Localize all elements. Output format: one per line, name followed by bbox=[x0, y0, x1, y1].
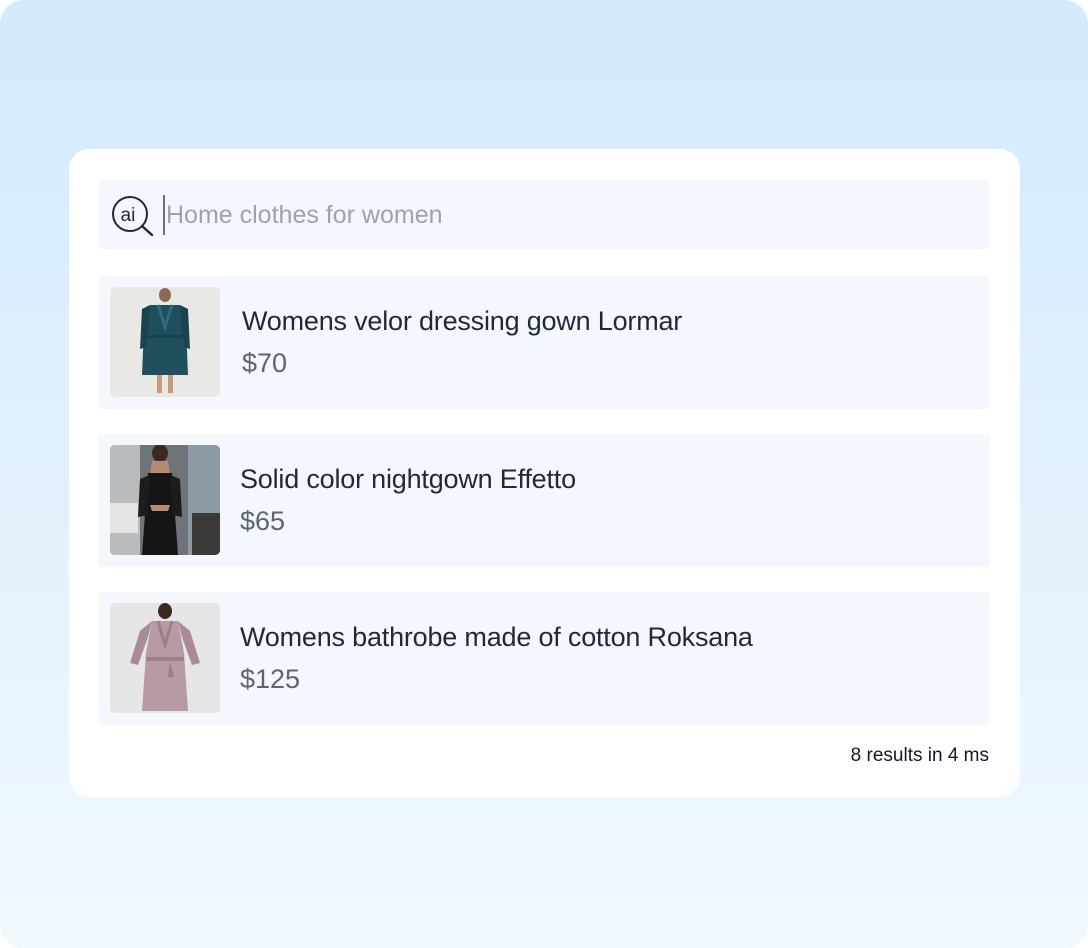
results-list: Womens velor dressing gown Lormar $70 So… bbox=[98, 276, 990, 750]
search-panel: ai Home clothes for women Womens velor d… bbox=[69, 149, 1020, 797]
product-name: Womens bathrobe made of cotton Roksana bbox=[240, 622, 753, 652]
product-image bbox=[110, 603, 220, 713]
result-item[interactable]: Womens bathrobe made of cotton Roksana $… bbox=[98, 592, 990, 725]
ai-search-icon: ai bbox=[112, 196, 154, 237]
product-price: $65 bbox=[240, 506, 286, 536]
product-image bbox=[110, 445, 220, 555]
product-price: $125 bbox=[240, 664, 301, 694]
product-image bbox=[110, 287, 220, 397]
product-name: Solid color nightgown Effetto bbox=[240, 464, 576, 494]
product-name: Womens velor dressing gown Lormar bbox=[242, 306, 683, 336]
product-price: $70 bbox=[242, 348, 288, 378]
search-input[interactable] bbox=[166, 194, 966, 236]
svg-text:ai: ai bbox=[121, 205, 136, 226]
search-bar[interactable]: ai bbox=[98, 180, 990, 249]
text-caret bbox=[163, 195, 165, 235]
result-item[interactable]: Solid color nightgown Effetto $65 bbox=[98, 434, 990, 567]
result-item[interactable]: Womens velor dressing gown Lormar $70 bbox=[98, 276, 990, 409]
page-background: ai Home clothes for women Womens velor d… bbox=[0, 0, 1088, 948]
results-count: 8 results in 4 ms bbox=[850, 745, 989, 766]
